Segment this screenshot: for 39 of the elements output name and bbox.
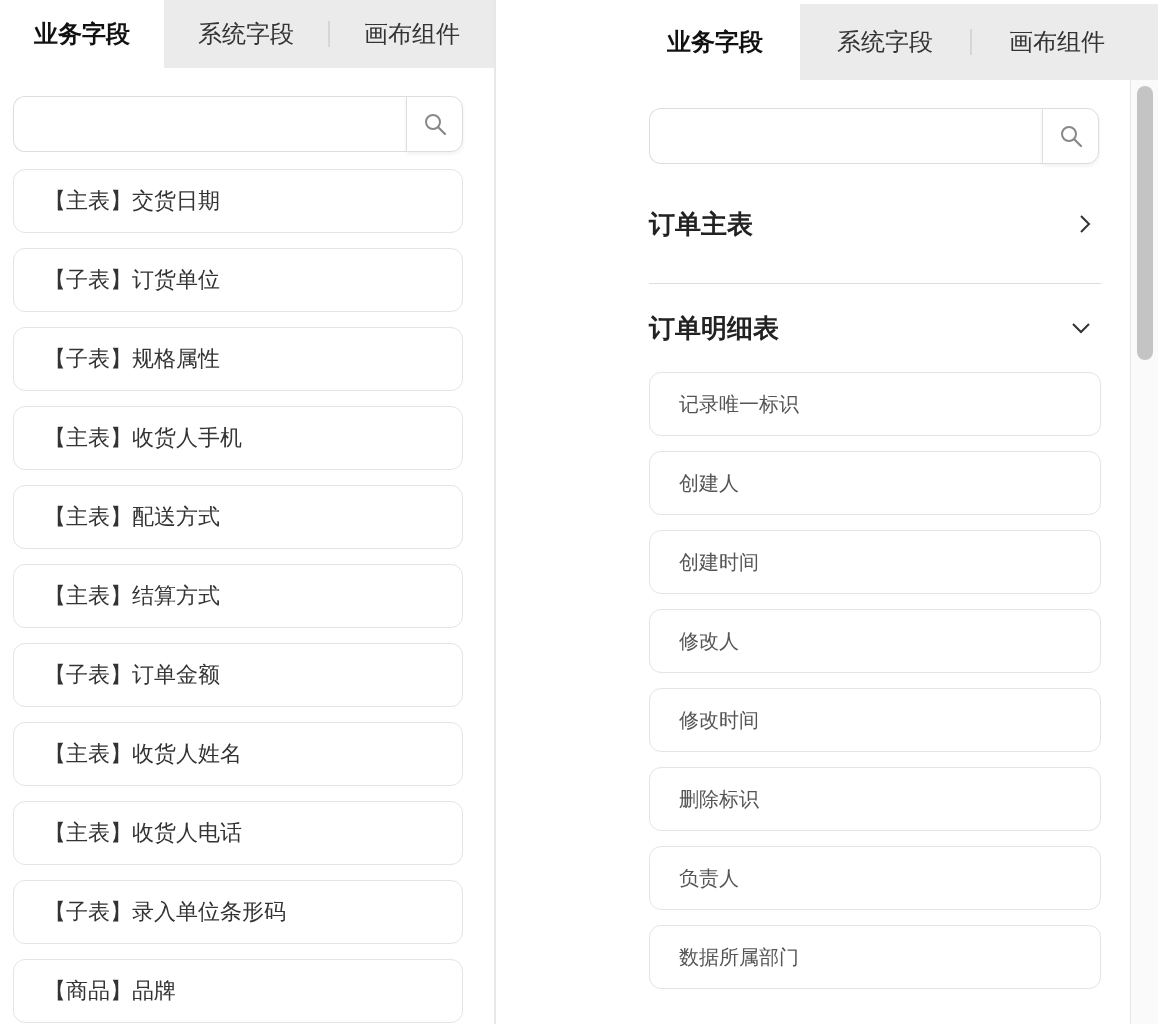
tab[interactable]: 画布组件: [972, 22, 1142, 62]
field-item[interactable]: 【子表】规格属性: [13, 327, 463, 391]
field-item[interactable]: 【商品】品牌: [13, 959, 463, 1023]
search-button[interactable]: [406, 96, 463, 152]
field-item[interactable]: 【子表】录入单位条形码: [13, 880, 463, 944]
group-header[interactable]: 订单明细表: [649, 284, 1101, 372]
field-item[interactable]: 【主表】结算方式: [13, 564, 463, 628]
field-item[interactable]: 负责人: [649, 846, 1101, 910]
field-item[interactable]: 【子表】订货单位: [13, 248, 463, 312]
field-item[interactable]: 【子表】订单金额: [13, 643, 463, 707]
field-item[interactable]: 【主表】收货人姓名: [13, 722, 463, 786]
field-item[interactable]: 数据所属部门: [649, 925, 1101, 989]
field-item[interactable]: 【主表】交货日期: [13, 169, 463, 233]
tab[interactable]: 系统字段: [164, 14, 328, 54]
tab[interactable]: 业务字段: [630, 4, 800, 80]
tab[interactable]: 画布组件: [330, 14, 494, 54]
search-button[interactable]: [1042, 108, 1099, 164]
search-icon: [422, 112, 447, 136]
field-item[interactable]: 记录唯一标识: [649, 372, 1101, 436]
field-item[interactable]: 修改人: [649, 609, 1101, 673]
field-item[interactable]: 【主表】收货人电话: [13, 801, 463, 865]
group-title: 订单明细表: [649, 311, 779, 345]
chevron-right-icon: [1079, 214, 1091, 234]
scrollbar[interactable]: [1130, 80, 1158, 1024]
field-item[interactable]: 修改时间: [649, 688, 1101, 752]
field-item[interactable]: 创建人: [649, 451, 1101, 515]
search-field[interactable]: [13, 96, 406, 152]
field-item[interactable]: 创建时间: [649, 530, 1101, 594]
tab[interactable]: 业务字段: [0, 0, 164, 68]
field-item[interactable]: 【主表】收货人手机: [13, 406, 463, 470]
search-field[interactable]: [649, 108, 1042, 164]
field-item[interactable]: 【主表】配送方式: [13, 485, 463, 549]
tab[interactable]: 系统字段: [800, 22, 970, 62]
group-title: 订单主表: [649, 207, 753, 241]
scroll-thumb[interactable]: [1136, 86, 1153, 360]
search-icon: [1058, 124, 1083, 148]
group-header[interactable]: 订单主表: [649, 180, 1101, 268]
chevron-down-icon: [1071, 322, 1091, 334]
field-item[interactable]: 删除标识: [649, 767, 1101, 831]
